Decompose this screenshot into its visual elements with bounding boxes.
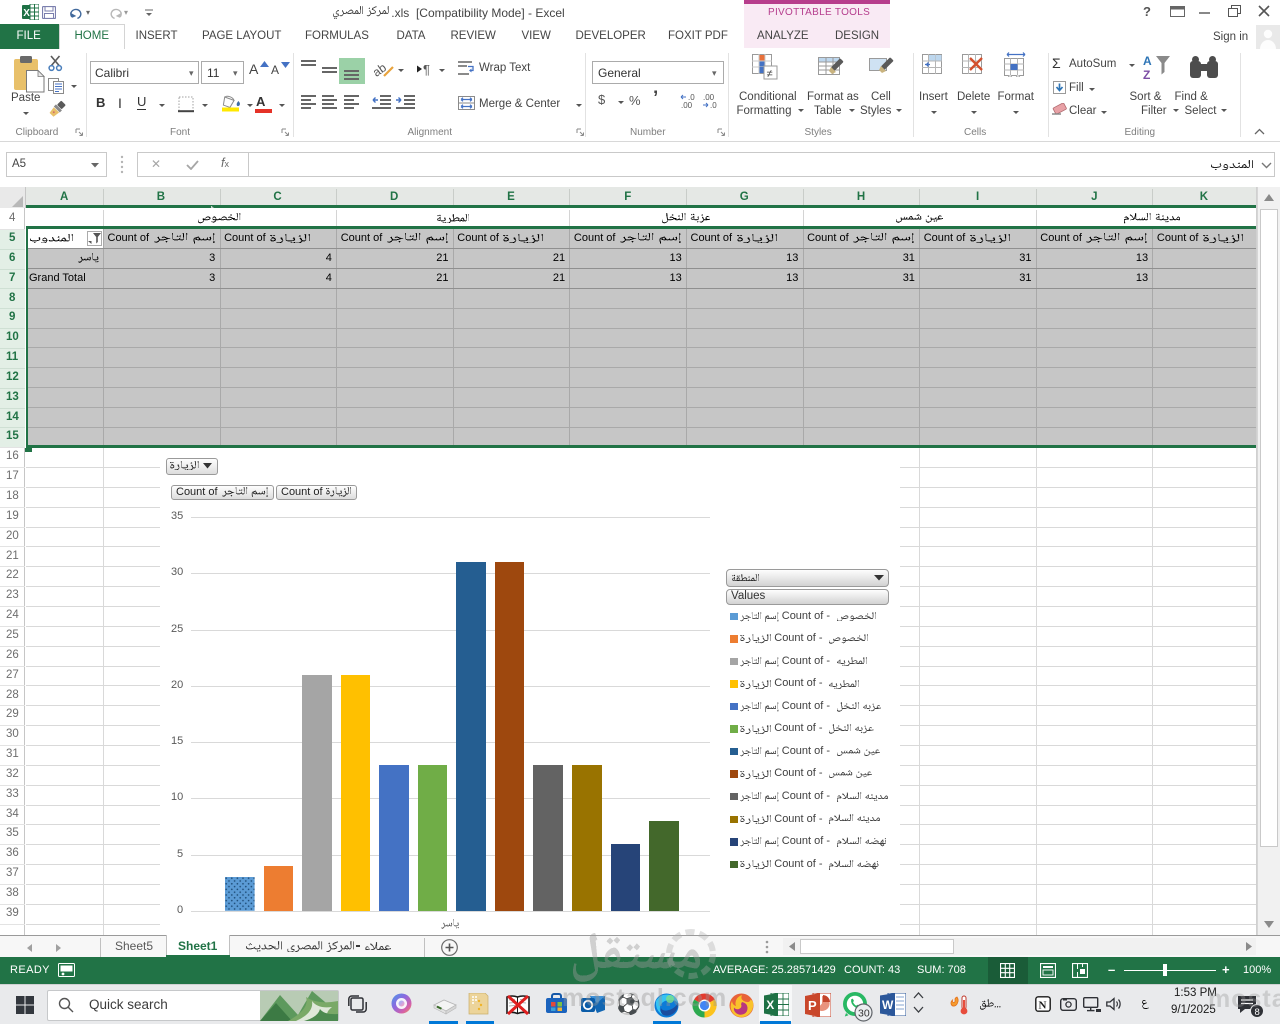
svg-text:X: X [766, 998, 774, 1012]
svg-text:A: A [1143, 54, 1152, 68]
svg-text:¶: ¶ [423, 62, 430, 76]
svg-text:N: N [1039, 1000, 1047, 1012]
svg-text:Z: Z [1143, 68, 1150, 82]
svg-text:30: 30 [858, 1008, 870, 1020]
svg-text:≠: ≠ [767, 68, 773, 80]
svg-text:X: X [23, 8, 30, 19]
svg-text:W: W [882, 998, 894, 1012]
svg-text:P: P [808, 998, 817, 1013]
svg-text:ab: ab [374, 60, 389, 79]
svg-text:.00: .00 [681, 101, 693, 109]
svg-text:.0: .0 [710, 101, 717, 109]
